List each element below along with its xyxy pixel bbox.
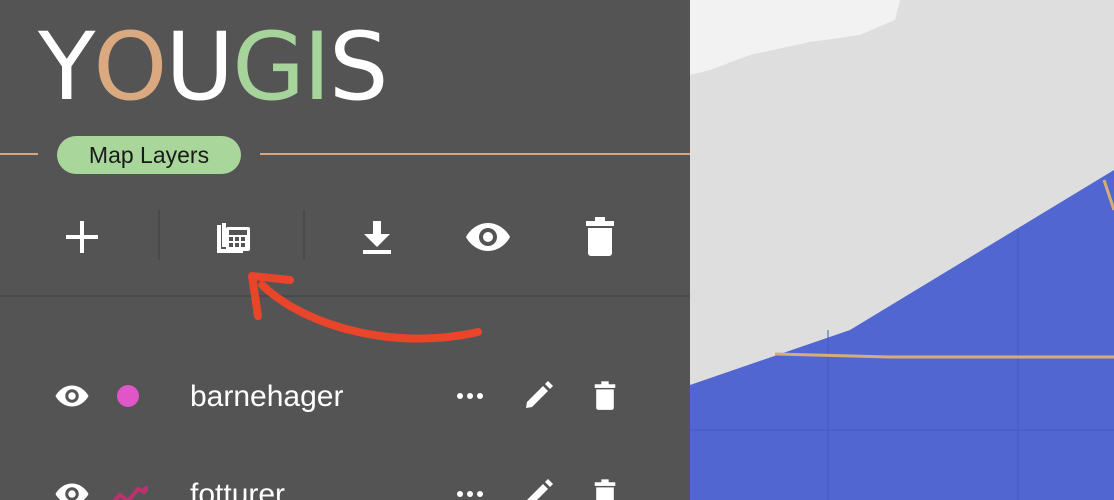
logo-letter: I bbox=[303, 13, 331, 122]
more-icon bbox=[457, 491, 483, 497]
toolbar-divider bbox=[0, 295, 690, 297]
eye-icon bbox=[55, 385, 89, 407]
layer-options-button[interactable] bbox=[450, 378, 490, 414]
download-icon bbox=[363, 221, 391, 254]
map-canvas[interactable] bbox=[690, 0, 1114, 500]
eye-icon bbox=[466, 223, 510, 251]
section-divider-left bbox=[0, 153, 38, 155]
layer-options-button[interactable] bbox=[450, 476, 490, 500]
logo-letter: O bbox=[93, 13, 167, 122]
pencil-icon bbox=[527, 479, 553, 500]
layers-sidebar: YOUGIS Map Layers barnehager fotturer bbox=[0, 0, 690, 500]
layer-edit-button[interactable] bbox=[518, 378, 558, 414]
download-button[interactable] bbox=[352, 212, 402, 262]
pencil-icon bbox=[526, 381, 553, 408]
layer-visibility-toggle[interactable] bbox=[52, 476, 92, 500]
layer-name: barnehager bbox=[190, 380, 344, 413]
logo-letter: Y bbox=[38, 13, 95, 122]
add-layer-button[interactable] bbox=[57, 212, 107, 262]
trash-icon bbox=[594, 381, 616, 410]
logo-letter: G bbox=[232, 13, 305, 122]
layer-delete-button[interactable] bbox=[585, 476, 625, 500]
layer-edit-button[interactable] bbox=[518, 476, 558, 500]
toolbar-separator bbox=[158, 210, 160, 260]
delete-all-button[interactable] bbox=[575, 212, 625, 262]
logo-letter: U bbox=[165, 13, 234, 122]
trash-icon bbox=[594, 479, 616, 500]
more-icon bbox=[457, 393, 483, 399]
eye-icon bbox=[55, 483, 89, 500]
calculator-icon bbox=[217, 223, 250, 253]
layer-calculator-button[interactable] bbox=[206, 212, 256, 262]
layer-row-fotturer[interactable]: fotturer bbox=[0, 464, 690, 500]
layer-row-barnehager[interactable]: barnehager bbox=[0, 366, 690, 426]
logo-letter: S bbox=[328, 13, 389, 122]
toolbar-separator bbox=[303, 210, 305, 260]
trash-icon bbox=[586, 217, 614, 256]
layer-name: fotturer bbox=[190, 478, 286, 500]
line-symbol-icon bbox=[108, 476, 148, 500]
layer-visibility-toggle[interactable] bbox=[52, 378, 92, 414]
section-divider-right bbox=[260, 153, 690, 155]
yougis-logo: YOUGIS bbox=[38, 13, 389, 122]
add-icon bbox=[66, 221, 98, 253]
point-symbol-icon bbox=[108, 378, 148, 414]
layer-delete-button[interactable] bbox=[585, 378, 625, 414]
toggle-visibility-button[interactable] bbox=[463, 212, 513, 262]
map-layers-title: Map Layers bbox=[57, 136, 241, 174]
